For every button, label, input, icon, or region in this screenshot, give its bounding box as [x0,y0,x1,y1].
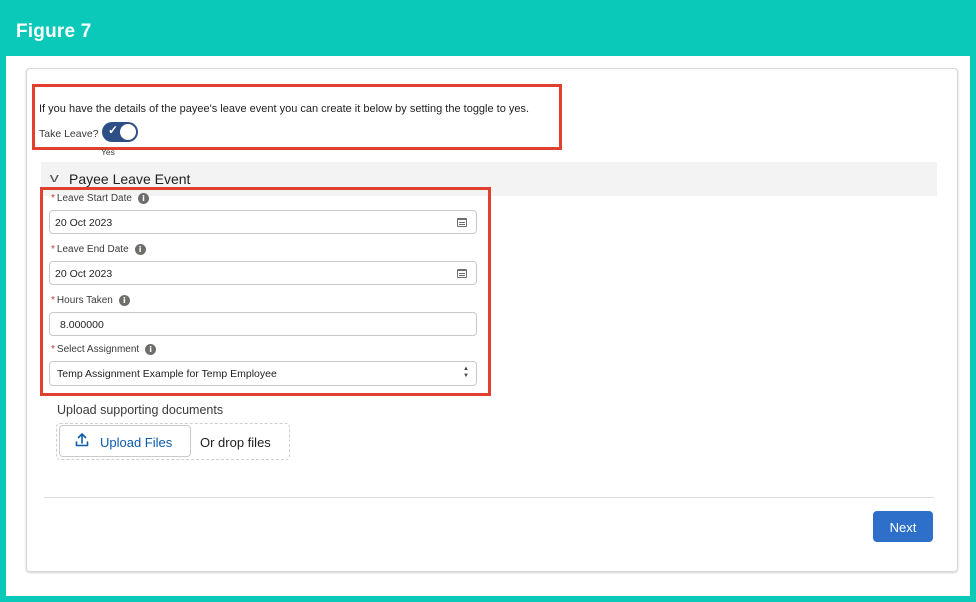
drop-files-text: Or drop files [200,435,271,450]
required-marker: * [51,244,55,256]
take-leave-label: Take Leave? [39,128,99,140]
select-arrows-icon: ▲ ▼ [463,366,469,379]
intro-text: If you have the details of the payee's l… [39,103,530,115]
leave-end-date-label: * Leave End Date i [51,244,146,255]
leave-start-date-input[interactable]: 20 Oct 2023 [49,210,477,234]
figure-frame: Figure 7 If you have the details of the … [0,0,976,602]
hours-taken-input[interactable]: 8.000000 [49,312,477,336]
figure-title: Figure 7 [16,21,92,42]
next-button-label: Next [889,520,917,535]
upload-files-label: Upload Files [100,435,173,450]
upload-files-button[interactable]: Upload Files [59,425,191,457]
toggle-knob [120,124,136,140]
info-icon[interactable]: i [134,244,146,255]
info-icon[interactable]: i [137,193,149,204]
figure-header: Figure 7 [6,6,970,56]
upload-label: Upload supporting documents [57,403,224,417]
calendar-icon[interactable] [457,218,467,227]
toggle-state-label: Yes [101,147,115,157]
hours-taken-label: * Hours Taken i [51,295,130,306]
chevron-down-icon: v [49,170,59,185]
footer-divider [44,497,934,498]
select-assignment-label: * Select Assignment i [51,344,157,356]
select-assignment-dropdown[interactable]: Temp Assignment Example for Temp Employe… [49,361,477,386]
take-leave-toggle[interactable]: ✓ [102,122,138,142]
content-area: If you have the details of the payee's l… [6,56,970,596]
calendar-icon[interactable] [457,269,467,278]
leave-start-date-label: * Leave Start Date i [51,193,149,204]
required-marker: * [51,344,55,356]
upload-icon [75,433,89,447]
required-marker: * [51,193,55,205]
info-icon[interactable]: i [145,344,157,355]
section-title: Payee Leave Event [69,171,191,187]
info-icon[interactable]: i [118,295,130,306]
check-icon: ✓ [108,123,119,137]
next-button[interactable]: Next [873,511,933,542]
leave-end-date-input[interactable]: 20 Oct 2023 [49,261,477,285]
form-card: If you have the details of the payee's l… [26,68,958,572]
required-marker: * [51,295,55,307]
